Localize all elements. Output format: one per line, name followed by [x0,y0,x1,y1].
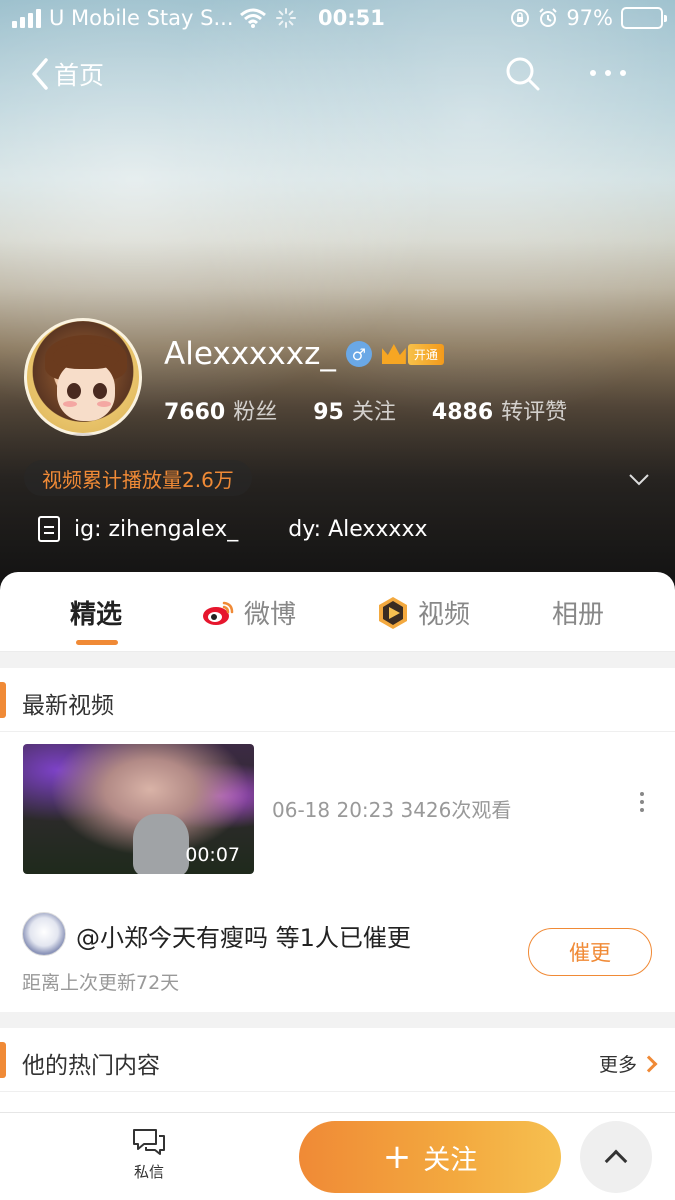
video-item[interactable]: 00:07 06-18 20:23 3426次观看 [0,732,675,902]
chevron-up-icon [604,1149,628,1173]
message-label: 私信 [133,1163,164,1181]
clock: 00:51 [318,6,385,30]
stat-label: 转评赞 [501,400,568,425]
search-icon[interactable] [505,56,541,92]
video-duration: 00:07 [185,844,240,866]
nav-bar: 首页 [0,50,675,102]
divider [0,1012,675,1028]
stat-following[interactable]: 95 关注 [313,394,396,426]
section-title: 他的热门内容 [22,1053,160,1079]
section-accent [0,682,6,718]
video-icon [379,596,407,629]
play-count-badge: 视频累计播放量2.6万 [24,460,252,496]
latest-video-header: 最新视频 [0,668,675,732]
stat-label: 粉丝 [233,400,278,425]
content-panel: 精选 微博 视频 相册 最新视频 00:07 06-18 20:23 3426次… [0,572,675,1200]
avatar[interactable] [24,318,142,436]
tab-weibo[interactable]: 微博 [202,594,296,631]
stat-followers[interactable]: 7660 粉丝 [164,394,277,426]
back-button[interactable]: 首页 [30,56,104,92]
urge-update-button[interactable]: 催更 [528,928,652,976]
stat-label: 关注 [351,400,396,425]
video-meta: 06-18 20:23 3426次观看 [272,798,512,822]
back-chevron-icon [32,58,48,90]
more-label: 更多 [598,1054,637,1076]
tab-label: 精选 [70,600,123,630]
battery-percent: 97% [566,6,613,30]
tab-label: 视频 [418,600,471,630]
vip-crown-icon [381,344,406,364]
video-thumbnail[interactable]: 00:07 [23,744,254,874]
tab-bar: 精选 微博 视频 相册 [0,572,675,652]
battery-icon [621,7,667,29]
chevron-down-icon[interactable] [628,468,650,490]
profile-name-row: Alexxxxxz_ ♂ 开通 [164,336,444,372]
vip-label: 开通 [407,343,444,365]
male-icon: ♂ [345,341,372,367]
hot-content-header: 他的热门内容 更多 [0,1028,675,1092]
vip-badge[interactable]: 开通 [381,343,444,365]
plus-icon: + [382,1137,412,1177]
more-link[interactable]: 更多 [598,1050,658,1077]
bio: ig: zihengalex_ dy: Alexxxxx [38,516,428,542]
wifi-icon [240,8,266,28]
section-title: 最新视频 [22,693,114,719]
follow-label: 关注 [423,1144,478,1176]
section-accent [0,1042,6,1078]
weibo-icon [203,601,234,625]
bio-dy: dy: Alexxxxx [288,516,428,542]
chat-icon [133,1129,165,1155]
mini-avatar[interactable] [22,912,66,956]
signal-icon [12,8,41,28]
tab-label: 微博 [244,600,297,630]
tab-featured[interactable]: 精选 [70,594,122,631]
profile-stats: 7660 粉丝 95 关注 4886 转评赞 [164,394,567,426]
back-label: 首页 [54,61,105,90]
carrier-name: U Mobile Stay S... [49,6,234,30]
orientation-lock-icon [511,9,530,27]
tab-album[interactable]: 相册 [552,594,604,631]
scroll-top-button[interactable] [580,1121,652,1193]
stat-number: 7660 [164,400,226,425]
update-reminder: @小郑今天有瘦吗 等1人已催更 距离上次更新72天 催更 [0,902,675,1012]
tab-underline [76,640,118,645]
stat-number: 4886 [431,400,494,425]
stat-number: 95 [313,400,344,425]
tab-label: 相册 [552,600,605,630]
bottom-bar: 私信 + 关注 [0,1112,675,1200]
username: Alexxxxxz_ [164,336,336,372]
tab-video[interactable]: 视频 [376,594,470,631]
message-button[interactable]: 私信 [120,1127,178,1182]
stat-interactions[interactable]: 4886 转评赞 [432,394,567,426]
alarm-icon [539,8,558,27]
loading-icon [276,8,296,28]
document-icon [38,516,60,542]
more-icon[interactable] [590,70,626,76]
divider [0,652,675,668]
status-bar: U Mobile Stay S... 00:51 97% [0,0,675,38]
follow-button[interactable]: + 关注 [299,1121,561,1193]
reminder-subtext: 距离上次更新72天 [22,972,180,994]
bio-ig: ig: zihengalex_ [74,516,239,542]
chevron-right-icon [640,1055,658,1072]
reminder-text: @小郑今天有瘦吗 等1人已催更 [76,924,411,952]
kebab-icon[interactable] [640,792,644,812]
